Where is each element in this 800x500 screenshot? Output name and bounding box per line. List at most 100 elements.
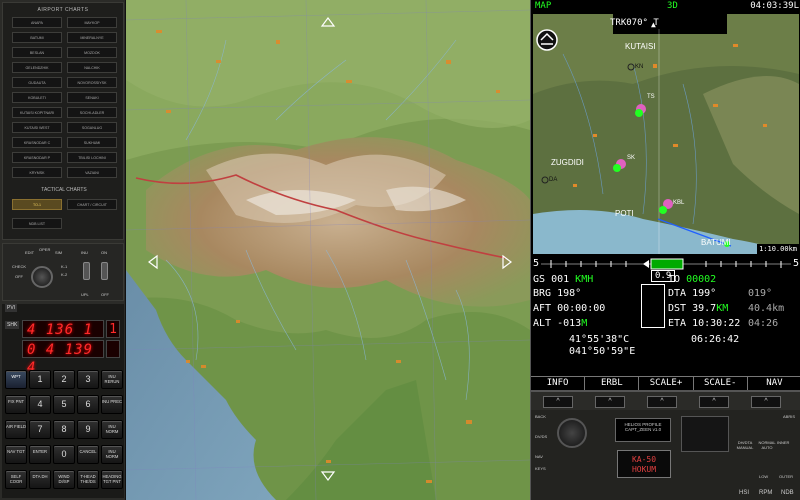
dta-secondary: 019°	[748, 288, 773, 299]
ownship-icon	[536, 29, 558, 51]
chart-button-gudauta[interactable]: GUDAUTA	[12, 77, 62, 88]
wpt-kbl: KBL	[673, 200, 685, 206]
chart-button-soganlug[interactable]: SOGANLUG	[67, 122, 117, 133]
pvi-key-cancel[interactable]: CANCEL	[77, 445, 99, 464]
pvi-key-inu-norm[interactable]: INU NORM	[101, 420, 123, 439]
pvi-key-t-head-the-ds[interactable]: T-HEAD THE/DS	[77, 470, 99, 489]
label-inner: INNER	[777, 440, 790, 445]
pvi-key-inu-rerun[interactable]: INU RERUN	[101, 370, 123, 389]
chart-button-senaki[interactable]: SENAKI	[67, 92, 117, 103]
pvi-key-3[interactable]: 3	[77, 370, 99, 389]
abris-button-5[interactable]: ^	[751, 396, 781, 408]
softkey-scale-minus[interactable]: SCALE-	[694, 377, 748, 390]
chart-button-sukhumi[interactable]: SUKHUMI	[67, 137, 117, 148]
abris-moving-map[interactable]: ▲ TRK070° T KUTAISI ZUGDIDI POTI BATUMI …	[533, 14, 799, 254]
pvi-key-dta-dh[interactable]: DTA DH	[29, 470, 51, 489]
abris-button-2[interactable]: ^	[595, 396, 625, 408]
chart-button-nalchik[interactable]: NALCHIK	[67, 62, 117, 73]
chart-button-krasnodar-c[interactable]: KRASNODAR C	[12, 137, 62, 148]
pvi-display-1-right: 1	[106, 320, 120, 338]
pvi-key-1[interactable]: 1	[29, 370, 51, 389]
softkey-nav[interactable]: NAV	[748, 377, 800, 390]
chart-button-to-1[interactable]: TO-1	[12, 199, 62, 210]
label-ndb: NDB	[781, 490, 794, 496]
pvi-key-6[interactable]: 6	[77, 395, 99, 414]
chart-button-sochi-adler[interactable]: SOCHI-ADLER	[67, 107, 117, 118]
pvi-key-inu-norm[interactable]: INU NORM	[101, 445, 123, 464]
pvi-key-fix-pnt[interactable]: FIX PNT	[5, 395, 27, 414]
abris-button-1[interactable]: ^	[543, 396, 573, 408]
label-normal-auto: NORMAL AUTO	[758, 440, 776, 450]
abris-button-4[interactable]: ^	[699, 396, 729, 408]
chart-button-maykop[interactable]: MAYKOP	[67, 17, 117, 28]
pvi-key-air-field[interactable]: AIR FIELD	[5, 420, 27, 439]
pvi-key-wind-di-sp[interactable]: WIND DI/SP	[53, 470, 75, 489]
abris-scale: 1:10.00km	[757, 244, 799, 254]
softkey-scale-plus[interactable]: SCALE+	[639, 377, 694, 390]
helios-profile-label: HELIOS PROFILE CAPT_ZEEN v1.0	[615, 418, 671, 442]
ete-value: 06:26:42	[691, 334, 740, 345]
pvi-key-7[interactable]: 7	[29, 420, 51, 439]
aft-row: AFT 00:00:00	[533, 303, 605, 314]
pvi-key-9[interactable]: 9	[77, 420, 99, 439]
dta-label: DTA	[668, 288, 687, 299]
power-switch[interactable]	[101, 262, 108, 280]
chart-button-vaziani[interactable]: VAZIANI	[67, 167, 117, 178]
pvi-key-0[interactable]: 0	[53, 445, 75, 464]
pvi-key-enter[interactable]: ENTER	[29, 445, 51, 464]
pvi-key-self-coor[interactable]: SELF COOR	[5, 470, 27, 489]
chart-button-novorossiysk[interactable]: NOVOROSSIYSK	[67, 77, 117, 88]
mode-selector-panel: EDIT OPER SIM INU ON CHECK OFF K-1 K-2 U…	[2, 243, 124, 301]
label-back: BACK	[535, 414, 546, 419]
alt-row: ALT -013M	[533, 318, 587, 329]
chart-button-krymsk[interactable]: KRYMSK	[12, 167, 62, 178]
wpt-sk: SK	[627, 155, 636, 161]
dst-label: DST	[668, 303, 687, 314]
chart-button-ndb-list[interactable]: NDB LIST	[12, 218, 62, 229]
gs-label: GS	[533, 274, 546, 285]
pvi-key-heading-tgt-pnt[interactable]: HEADING TGT PNT	[101, 470, 123, 489]
inu-switch[interactable]	[83, 262, 90, 280]
mode-label-edit: EDIT	[25, 250, 35, 255]
wpt-da: DA	[549, 177, 558, 183]
label-abris: ABRIS	[783, 414, 796, 419]
to-value: 00002	[686, 274, 717, 285]
chart-button-kutaisi-kopitnari[interactable]: KUTAISI KOPITNARI	[12, 107, 62, 118]
chart-button-kutaisi-west[interactable]: KUTAISI WEST	[12, 122, 62, 133]
pvi-key-2[interactable]: 2	[53, 370, 75, 389]
abris-time: 04:03:39L	[750, 1, 799, 11]
pvi-key-inu-prec[interactable]: INU PREC	[101, 395, 123, 414]
pvi-key-nav-tgt[interactable]: NAV TGT	[5, 445, 27, 464]
mode-label-check: CHECK	[12, 264, 27, 269]
tape-left-value: 5	[533, 258, 540, 269]
pvi-tag: PVI	[5, 304, 18, 312]
chart-button-tbilisi-lochini[interactable]: TBILISI LOCHINI	[67, 152, 117, 163]
chart-button-circuit[interactable]: CHART / CIRCUIT	[67, 199, 117, 210]
tactical-map[interactable]	[126, 0, 530, 500]
softkey-erbl[interactable]: ERBL	[585, 377, 640, 390]
mode-knob[interactable]	[31, 266, 53, 288]
abris-cursor-knob[interactable]	[557, 418, 587, 448]
chart-button-anapa[interactable]: ANAPA	[12, 17, 62, 28]
softkey-info[interactable]: INFO	[531, 377, 586, 390]
mode-label-k1: K-1	[61, 264, 68, 269]
label-outer: OUTER	[779, 474, 793, 479]
chart-button-batumi[interactable]: BATUMI	[12, 32, 62, 43]
pvi-key-8[interactable]: 8	[53, 420, 75, 439]
abris-map-graphic: ▲	[533, 14, 799, 254]
chart-button-krasnodar-p[interactable]: KRASNODAR P	[12, 152, 62, 163]
dst-value: 39.7	[692, 303, 717, 314]
dta-value: 199°	[692, 288, 717, 299]
abris-mode: MAP	[535, 1, 552, 11]
pvi-key-wpt[interactable]: WPT	[5, 370, 27, 389]
chart-button-mineralnye[interactable]: MINERALNYE	[67, 32, 117, 43]
gs-unit: KMH	[575, 274, 594, 285]
pvi-key-5[interactable]: 5	[53, 395, 75, 414]
label-hsi: HSI	[739, 490, 750, 496]
chart-button-beslan[interactable]: BESLAN	[12, 47, 62, 58]
chart-button-mozdok[interactable]: MOZDOK	[67, 47, 117, 58]
chart-button-gelendzhik[interactable]: GELENDZHIK	[12, 62, 62, 73]
abris-button-3[interactable]: ^	[647, 396, 677, 408]
chart-button-kobuleti[interactable]: KOBULETI	[12, 92, 62, 103]
pvi-key-4[interactable]: 4	[29, 395, 51, 414]
